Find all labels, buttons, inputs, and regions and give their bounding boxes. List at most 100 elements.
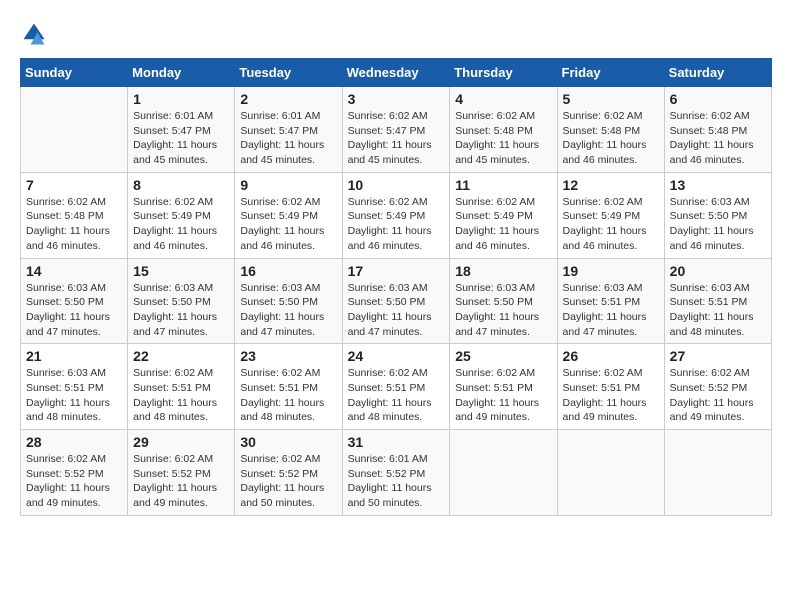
weekday-header-saturday: Saturday [664, 59, 771, 87]
day-info: Sunrise: 6:02 AM Sunset: 5:52 PM Dayligh… [26, 452, 122, 511]
calendar-cell: 1Sunrise: 6:01 AM Sunset: 5:47 PM Daylig… [128, 87, 235, 173]
day-number: 22 [133, 348, 229, 364]
day-info: Sunrise: 6:02 AM Sunset: 5:48 PM Dayligh… [670, 109, 766, 168]
day-info: Sunrise: 6:02 AM Sunset: 5:52 PM Dayligh… [133, 452, 229, 511]
day-info: Sunrise: 6:02 AM Sunset: 5:49 PM Dayligh… [348, 195, 445, 254]
day-number: 14 [26, 263, 122, 279]
calendar-cell: 5 Sunrise: 6:02 AM Sunset: 5:48 PM Daylig… [557, 87, 664, 173]
day-number: 3 [348, 91, 445, 107]
day-info: Sunrise: 6:01 AM Sunset: 5:52 PM Dayligh… [348, 452, 445, 511]
day-number: 8 [133, 177, 229, 193]
calendar-week-row: 28 Sunrise: 6:02 AM Sunset: 5:52 PM Dayli… [21, 430, 772, 516]
day-info: Sunrise: 6:02 AM Sunset: 5:51 PM Dayligh… [240, 366, 336, 425]
calendar-week-row: 21 Sunrise: 6:03 AM Sunset: 5:51 PM Dayli… [21, 344, 772, 430]
logo [20, 20, 52, 48]
day-number: 18 [455, 263, 551, 279]
day-info: Sunrise: 6:02 AM Sunset: 5:49 PM Dayligh… [455, 195, 551, 254]
calendar-cell: 15Sunrise: 6:03 AM Sunset: 5:50 PM Dayli… [128, 258, 235, 344]
weekday-header-thursday: Thursday [450, 59, 557, 87]
day-number: 5 [563, 91, 659, 107]
calendar-cell: 17 Sunrise: 6:03 AM Sunset: 5:50 PM Dayli… [342, 258, 450, 344]
calendar-cell [664, 430, 771, 516]
calendar-cell [450, 430, 557, 516]
day-number: 24 [348, 348, 445, 364]
calendar-cell: 24 Sunrise: 6:02 AM Sunset: 5:51 PM Dayli… [342, 344, 450, 430]
day-info: Sunrise: 6:03 AM Sunset: 5:51 PM Dayligh… [670, 281, 766, 340]
day-info: Sunrise: 6:03 AM Sunset: 5:51 PM Dayligh… [563, 281, 659, 340]
calendar-cell: 11 Sunrise: 6:02 AM Sunset: 5:49 PM Dayli… [450, 172, 557, 258]
calendar-cell: 7 Sunrise: 6:02 AM Sunset: 5:48 PM Daylig… [21, 172, 128, 258]
calendar-cell: 16 Sunrise: 6:03 AM Sunset: 5:50 PM Dayli… [235, 258, 342, 344]
day-number: 25 [455, 348, 551, 364]
calendar-cell: 12 Sunrise: 6:02 AM Sunset: 5:49 PM Dayli… [557, 172, 664, 258]
calendar-cell: 28 Sunrise: 6:02 AM Sunset: 5:52 PM Dayli… [21, 430, 128, 516]
calendar-week-row: 1Sunrise: 6:01 AM Sunset: 5:47 PM Daylig… [21, 87, 772, 173]
calendar-cell: 29 Sunrise: 6:02 AM Sunset: 5:52 PM Dayli… [128, 430, 235, 516]
weekday-header-sunday: Sunday [21, 59, 128, 87]
day-info: Sunrise: 6:01 AM Sunset: 5:47 PM Dayligh… [133, 109, 229, 168]
day-number: 16 [240, 263, 336, 279]
day-info: Sunrise: 6:01 AM Sunset: 5:47 PM Dayligh… [240, 109, 336, 168]
calendar-cell: 21 Sunrise: 6:03 AM Sunset: 5:51 PM Dayli… [21, 344, 128, 430]
day-info: Sunrise: 6:02 AM Sunset: 5:48 PM Dayligh… [563, 109, 659, 168]
day-number: 6 [670, 91, 766, 107]
day-info: Sunrise: 6:02 AM Sunset: 5:49 PM Dayligh… [133, 195, 229, 254]
day-number: 7 [26, 177, 122, 193]
day-number: 29 [133, 434, 229, 450]
day-info: Sunrise: 6:03 AM Sunset: 5:50 PM Dayligh… [348, 281, 445, 340]
calendar-cell: 14 Sunrise: 6:03 AM Sunset: 5:50 PM Dayli… [21, 258, 128, 344]
calendar-cell [21, 87, 128, 173]
weekday-header-friday: Friday [557, 59, 664, 87]
day-info: Sunrise: 6:02 AM Sunset: 5:48 PM Dayligh… [455, 109, 551, 168]
day-info: Sunrise: 6:03 AM Sunset: 5:50 PM Dayligh… [240, 281, 336, 340]
day-info: Sunrise: 6:02 AM Sunset: 5:52 PM Dayligh… [670, 366, 766, 425]
day-number: 21 [26, 348, 122, 364]
calendar-cell: 30 Sunrise: 6:02 AM Sunset: 5:52 PM Dayli… [235, 430, 342, 516]
day-number: 12 [563, 177, 659, 193]
day-info: Sunrise: 6:02 AM Sunset: 5:52 PM Dayligh… [240, 452, 336, 511]
day-info: Sunrise: 6:02 AM Sunset: 5:51 PM Dayligh… [455, 366, 551, 425]
day-info: Sunrise: 6:02 AM Sunset: 5:49 PM Dayligh… [563, 195, 659, 254]
logo-icon [20, 20, 48, 48]
day-number: 20 [670, 263, 766, 279]
day-number: 30 [240, 434, 336, 450]
day-info: Sunrise: 6:03 AM Sunset: 5:50 PM Dayligh… [670, 195, 766, 254]
calendar-cell: 20 Sunrise: 6:03 AM Sunset: 5:51 PM Dayli… [664, 258, 771, 344]
day-number: 26 [563, 348, 659, 364]
day-info: Sunrise: 6:02 AM Sunset: 5:51 PM Dayligh… [348, 366, 445, 425]
day-number: 2 [240, 91, 336, 107]
day-info: Sunrise: 6:03 AM Sunset: 5:50 PM Dayligh… [133, 281, 229, 340]
day-number: 31 [348, 434, 445, 450]
day-number: 10 [348, 177, 445, 193]
weekday-header-wednesday: Wednesday [342, 59, 450, 87]
calendar-cell: 27 Sunrise: 6:02 AM Sunset: 5:52 PM Dayli… [664, 344, 771, 430]
day-number: 28 [26, 434, 122, 450]
calendar-cell: 8 Sunrise: 6:02 AM Sunset: 5:49 PM Daylig… [128, 172, 235, 258]
calendar-week-row: 14 Sunrise: 6:03 AM Sunset: 5:50 PM Dayli… [21, 258, 772, 344]
calendar-cell: 31 Sunrise: 6:01 AM Sunset: 5:52 PM Dayli… [342, 430, 450, 516]
day-info: Sunrise: 6:02 AM Sunset: 5:48 PM Dayligh… [26, 195, 122, 254]
calendar-cell: 13Sunrise: 6:03 AM Sunset: 5:50 PM Dayli… [664, 172, 771, 258]
calendar-cell: 19 Sunrise: 6:03 AM Sunset: 5:51 PM Dayli… [557, 258, 664, 344]
calendar-cell: 26Sunrise: 6:02 AM Sunset: 5:51 PM Dayli… [557, 344, 664, 430]
calendar-week-row: 7 Sunrise: 6:02 AM Sunset: 5:48 PM Daylig… [21, 172, 772, 258]
day-info: Sunrise: 6:03 AM Sunset: 5:50 PM Dayligh… [26, 281, 122, 340]
weekday-header-row: SundayMondayTuesdayWednesdayThursdayFrid… [21, 59, 772, 87]
day-info: Sunrise: 6:03 AM Sunset: 5:50 PM Dayligh… [455, 281, 551, 340]
day-number: 19 [563, 263, 659, 279]
day-number: 17 [348, 263, 445, 279]
calendar-cell: 18 Sunrise: 6:03 AM Sunset: 5:50 PM Dayli… [450, 258, 557, 344]
day-number: 23 [240, 348, 336, 364]
calendar-cell: 10 Sunrise: 6:02 AM Sunset: 5:49 PM Dayli… [342, 172, 450, 258]
calendar-cell: 3Sunrise: 6:02 AM Sunset: 5:47 PM Daylig… [342, 87, 450, 173]
weekday-header-monday: Monday [128, 59, 235, 87]
day-number: 11 [455, 177, 551, 193]
calendar-cell: 23 Sunrise: 6:02 AM Sunset: 5:51 PM Dayli… [235, 344, 342, 430]
day-number: 9 [240, 177, 336, 193]
day-number: 27 [670, 348, 766, 364]
page-header [20, 20, 772, 48]
calendar-cell: 22Sunrise: 6:02 AM Sunset: 5:51 PM Dayli… [128, 344, 235, 430]
day-number: 4 [455, 91, 551, 107]
calendar-cell: 9Sunrise: 6:02 AM Sunset: 5:49 PM Daylig… [235, 172, 342, 258]
day-info: Sunrise: 6:03 AM Sunset: 5:51 PM Dayligh… [26, 366, 122, 425]
